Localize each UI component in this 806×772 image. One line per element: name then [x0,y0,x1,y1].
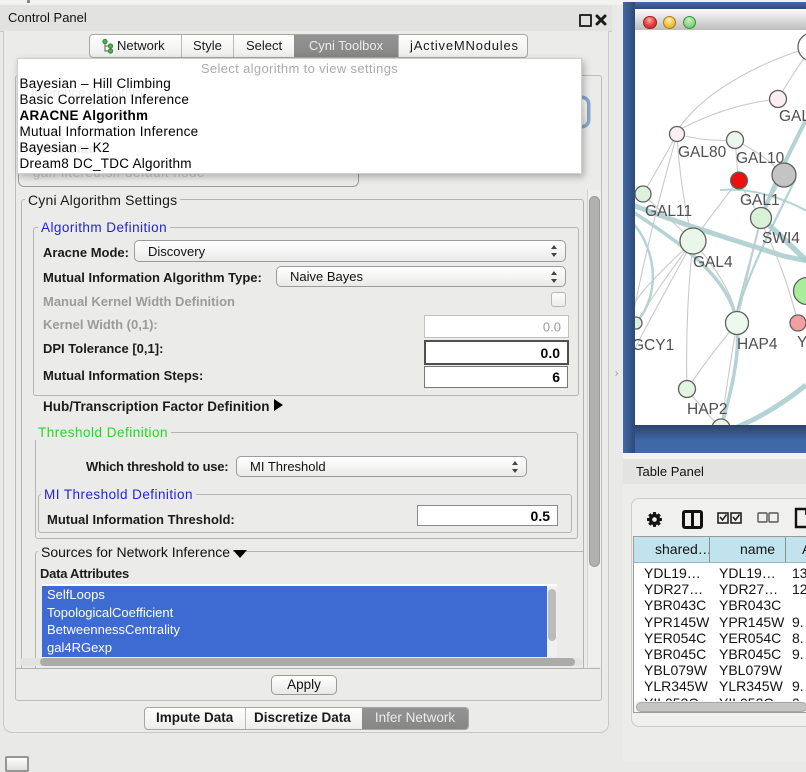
svg-text:GAL: GAL [779,108,806,125]
svg-text:SWI4: SWI4 [762,230,800,247]
svg-text:GAL11: GAL11 [645,203,692,220]
svg-text:GCY1: GCY1 [635,337,674,354]
svg-text:GAL80: GAL80 [678,144,727,161]
svg-text:GAL4: GAL4 [693,254,733,271]
svg-text:HAP2: HAP2 [687,401,728,418]
svg-text:Y: Y [797,334,806,351]
svg-text:HAP4: HAP4 [737,336,778,353]
svg-text:GAL1: GAL1 [740,192,780,209]
svg-text:GAL10: GAL10 [736,150,785,167]
